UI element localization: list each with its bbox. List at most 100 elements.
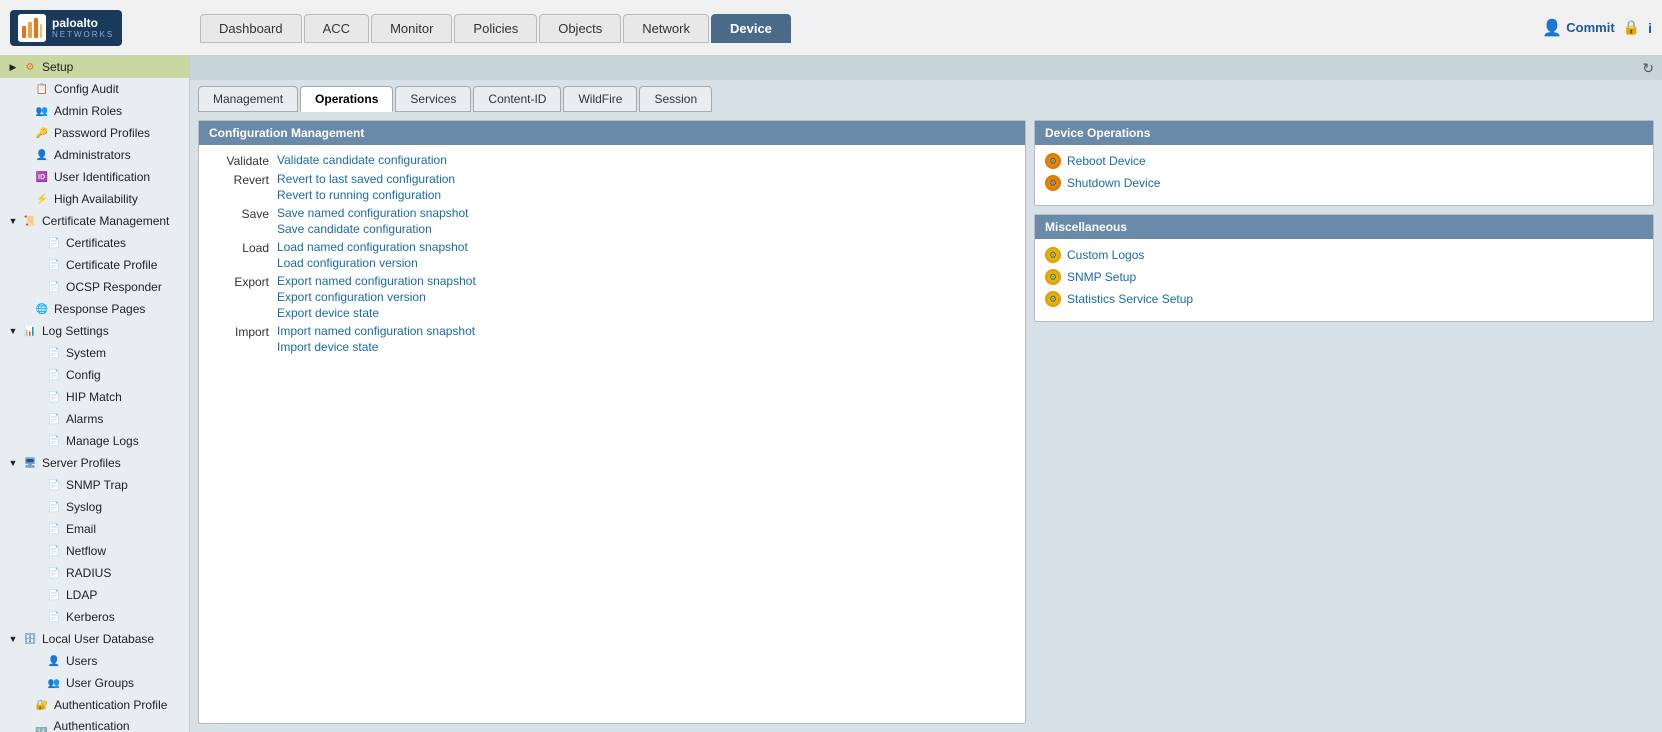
misc-op-custom-logos[interactable]: ⚙Custom Logos [1045, 247, 1643, 263]
info-icon[interactable]: i [1648, 20, 1652, 36]
sidebar-icon-email: 📄 [46, 521, 62, 537]
sidebar-item-server-profiles[interactable]: ▼🖥Server Profiles [0, 452, 189, 474]
sidebar-item-user-identification[interactable]: 🆔User Identification [0, 166, 189, 188]
sub-tab-session[interactable]: Session [639, 86, 712, 112]
refresh-bar: ↻ [190, 56, 1662, 80]
tree-toggle-certificate-mgmt[interactable]: ▼ [8, 216, 18, 226]
sidebar-item-ocsp-responder[interactable]: 📄OCSP Responder [0, 276, 189, 298]
main-tab-objects[interactable]: Objects [539, 14, 621, 43]
tree-toggle-local-user-db[interactable]: ▼ [8, 634, 18, 644]
device-op-reboot-device[interactable]: ⚙Reboot Device [1045, 153, 1643, 169]
logo-text: paloalto NETWORKS [52, 16, 114, 39]
config-link-save-named-configuration-snaps[interactable]: Save named configuration snapshot [277, 206, 468, 220]
config-links-import: Import named configuration snapshot Impor… [277, 324, 475, 354]
miscellaneous-header: Miscellaneous [1035, 215, 1653, 239]
sidebar-item-ldap[interactable]: 📄LDAP [0, 584, 189, 606]
sidebar-item-syslog[interactable]: 📄Syslog [0, 496, 189, 518]
sidebar-item-users[interactable]: 👤Users [0, 650, 189, 672]
sub-tab-wildfire[interactable]: WildFire [563, 86, 637, 112]
sidebar-icon-user-identification: 🆔 [34, 169, 50, 185]
tree-toggle-server-profiles[interactable]: ▼ [8, 458, 18, 468]
sidebar-item-auth-profile[interactable]: 🔐Authentication Profile [0, 694, 189, 716]
sidebar-item-manage-logs[interactable]: 📄Manage Logs [0, 430, 189, 452]
config-link-import-device-state[interactable]: Import device state [277, 340, 475, 354]
sidebar-label-system: System [66, 346, 106, 360]
config-link-import-named-configuration-sna[interactable]: Import named configuration snapshot [277, 324, 475, 338]
sidebar-item-auth-sequence[interactable]: 🔢Authentication Sequence [0, 716, 189, 732]
sidebar-item-hip-match[interactable]: 📄HIP Match [0, 386, 189, 408]
config-link-export-device-state[interactable]: Export device state [277, 306, 476, 320]
sub-tab-content-id[interactable]: Content-ID [473, 86, 561, 112]
config-row-revert: RevertRevert to last saved configuration… [207, 172, 1017, 202]
sidebar-item-user-groups[interactable]: 👥User Groups [0, 672, 189, 694]
sidebar-item-system[interactable]: 📄 System [0, 342, 189, 364]
sidebar-item-high-availability[interactable]: ⚡High Availability [0, 188, 189, 210]
main-tab-acc[interactable]: ACC [304, 14, 369, 43]
sidebar-label-certificates: Certificates [66, 236, 126, 250]
config-link-export-configuration-version[interactable]: Export configuration version [277, 290, 476, 304]
config-links-validate: Validate candidate configuration [277, 153, 447, 167]
commit-button[interactable]: 👤 Commit [1542, 18, 1614, 38]
main-tab-device[interactable]: Device [711, 14, 791, 43]
config-links-revert: Revert to last saved configuration Revert… [277, 172, 455, 202]
sidebar-label-syslog: Syslog [66, 500, 102, 514]
config-row-validate: ValidateValidate candidate configuration [207, 153, 1017, 168]
sidebar-icon-config: 📄 [46, 367, 62, 383]
device-operations-section: Device Operations ⚙Reboot Device⚙Shutdow… [1034, 120, 1654, 206]
config-link-load-named-configuration-snaps[interactable]: Load named configuration snapshot [277, 240, 468, 254]
main-tab-dashboard[interactable]: Dashboard [200, 14, 302, 43]
main-tab-policies[interactable]: Policies [454, 14, 537, 43]
main-tab-network[interactable]: Network [623, 14, 709, 43]
sidebar-item-password-profiles[interactable]: 🔑Password Profiles [0, 122, 189, 144]
content-area: Configuration Management ValidateValidat… [190, 112, 1662, 732]
misc-op-statistics-service-setup[interactable]: ⚙Statistics Service Setup [1045, 291, 1643, 307]
sidebar-label-user-groups: User Groups [66, 676, 134, 690]
config-link-revert-to-last-saved-configura[interactable]: Revert to last saved configuration [277, 172, 455, 186]
config-link-load-configuration-version[interactable]: Load configuration version [277, 256, 468, 270]
sidebar-label-certificate-profile: Certificate Profile [66, 258, 157, 272]
sidebar-item-snmp-trap[interactable]: 📄SNMP Trap [0, 474, 189, 496]
sidebar-icon-certificate-mgmt: 📜 [22, 213, 38, 229]
sidebar-item-radius[interactable]: 📄RADIUS [0, 562, 189, 584]
sidebar-item-certificates[interactable]: 📄Certificates [0, 232, 189, 254]
misc-op-icon-snmp-setup: ⚙ [1045, 269, 1061, 285]
sidebar-item-netflow[interactable]: 📄Netflow [0, 540, 189, 562]
sidebar-item-local-user-db[interactable]: ▼🗄Local User Database [0, 628, 189, 650]
device-op-shutdown-device[interactable]: ⚙Shutdown Device [1045, 175, 1643, 191]
main-tab-monitor[interactable]: Monitor [371, 14, 452, 43]
config-links-save: Save named configuration snapshot Save ca… [277, 206, 468, 236]
refresh-icon[interactable]: ↻ [1642, 60, 1654, 77]
sidebar-item-config-audit[interactable]: 📋Config Audit [0, 78, 189, 100]
sub-tab-operations[interactable]: Operations [300, 86, 393, 112]
sidebar-item-config[interactable]: 📄Config [0, 364, 189, 386]
sidebar-item-email[interactable]: 📄Email [0, 518, 189, 540]
sidebar-item-kerberos[interactable]: 📄Kerberos [0, 606, 189, 628]
tree-toggle-setup[interactable]: ▶ [8, 62, 18, 72]
sidebar-item-certificate-mgmt[interactable]: ▼📜Certificate Management [0, 210, 189, 232]
sidebar-icon-admin-roles: 👥 [34, 103, 50, 119]
sidebar-item-alarms[interactable]: 📄Alarms [0, 408, 189, 430]
sidebar-label-snmp-trap: SNMP Trap [66, 478, 128, 492]
sidebar-icon-system: 📄 [46, 345, 62, 361]
config-link-export-named-configuration-sna[interactable]: Export named configuration snapshot [277, 274, 476, 288]
sidebar-item-setup[interactable]: ▶⚙Setup [0, 56, 189, 78]
sidebar-item-certificate-profile[interactable]: 📄Certificate Profile [0, 254, 189, 276]
sidebar-label-kerberos: Kerberos [66, 610, 115, 624]
sidebar-item-admin-roles[interactable]: 👥Admin Roles [0, 100, 189, 122]
sub-tab-services[interactable]: Services [395, 86, 471, 112]
sidebar-icon-netflow: 📄 [46, 543, 62, 559]
config-link-revert-to-running-configuratio[interactable]: Revert to running configuration [277, 188, 455, 202]
sub-tab-management[interactable]: Management [198, 86, 298, 112]
misc-op-label-snmp-setup: SNMP Setup [1067, 270, 1136, 284]
misc-op-snmp-setup[interactable]: ⚙ SNMP Setup [1045, 269, 1643, 285]
lock-icon[interactable]: 🔒 [1623, 19, 1640, 36]
tree-toggle-log-settings[interactable]: ▼ [8, 326, 18, 336]
config-row-label-export: Export [207, 274, 277, 289]
sidebar-icon-server-profiles: 🖥 [22, 455, 38, 471]
sidebar-item-log-settings[interactable]: ▼📊Log Settings [0, 320, 189, 342]
config-link-validate-candidate-configurati[interactable]: Validate candidate configuration [277, 153, 447, 167]
sidebar-item-administrators[interactable]: 👤Administrators [0, 144, 189, 166]
sidebar-icon-log-settings: 📊 [22, 323, 38, 339]
sidebar-item-response-pages[interactable]: 🌐Response Pages [0, 298, 189, 320]
config-link-save-candidate-configuration[interactable]: Save candidate configuration [277, 222, 468, 236]
